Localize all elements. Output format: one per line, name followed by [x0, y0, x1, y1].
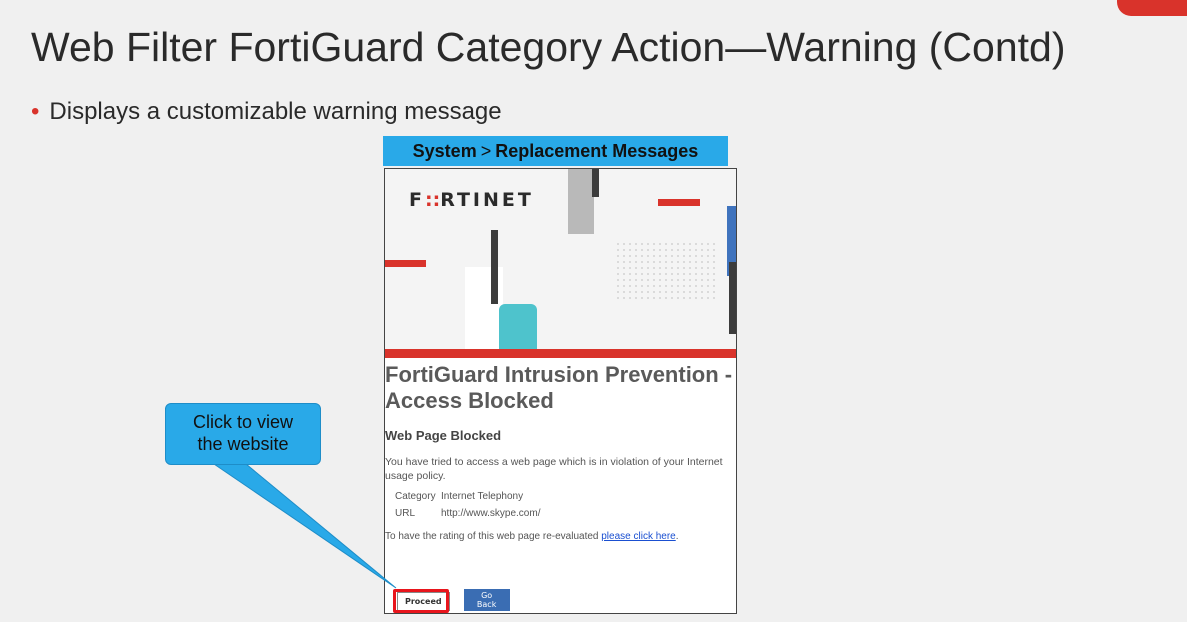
banner-grey-block [568, 169, 594, 234]
block-subheading: Web Page Blocked [385, 428, 502, 443]
breadcrumb-system: System [412, 140, 477, 161]
banner-red-dash [658, 199, 700, 206]
proceed-highlight-box [393, 589, 449, 613]
breadcrumb-separator: > [480, 140, 492, 161]
please-click-here-link[interactable]: please click here [601, 531, 675, 542]
fortinet-banner: F::RTINET [385, 169, 736, 358]
bullet-text: Displays a customizable warning message [49, 98, 502, 125]
corner-accent-tab [1117, 0, 1187, 16]
block-description: You have tried to access a web page whic… [385, 456, 723, 482]
breadcrumb: System > Replacement Messages [383, 136, 728, 166]
callout-line-2: the website [197, 434, 289, 454]
banner-teal-block [499, 304, 537, 349]
breadcrumb-replacement-messages: Replacement Messages [495, 140, 699, 161]
banner-red-dash-left [385, 260, 426, 267]
bullet-dot-icon: • [31, 98, 40, 125]
banner-dot-grid [615, 241, 715, 301]
callout-line-1: Click to view [192, 412, 294, 432]
block-heading: FortiGuard Intrusion Prevention - Access… [385, 362, 733, 413]
fortinet-logo: F::RTINET [409, 189, 534, 211]
replacement-message-preview: F::RTINET FortiGuard Intrusion Preventio… [384, 168, 737, 614]
detail-row-url: URL http://www.skype.com/ [395, 508, 541, 519]
banner-dark-bar-center [491, 230, 498, 304]
detail-row-category: Category Internet Telephony [395, 491, 524, 502]
slide-title: Web Filter FortiGuard Category Action—Wa… [31, 24, 1066, 70]
banner-dark-bar-right [729, 262, 736, 334]
banner-dark-bar [592, 169, 599, 197]
go-back-button[interactable]: Go Back [463, 589, 510, 611]
bullet-item: • Displays a customizable warning message [31, 98, 502, 126]
banner-red-rule [385, 349, 736, 358]
block-message: FortiGuard Intrusion Prevention - Access… [385, 358, 736, 542]
block-details: Category Internet Telephony URL http://w… [385, 491, 736, 519]
rating-reevaluate-text: To have the rating of this web page re-e… [385, 531, 679, 542]
callout-click-to-view: Click to view the website [165, 403, 321, 465]
